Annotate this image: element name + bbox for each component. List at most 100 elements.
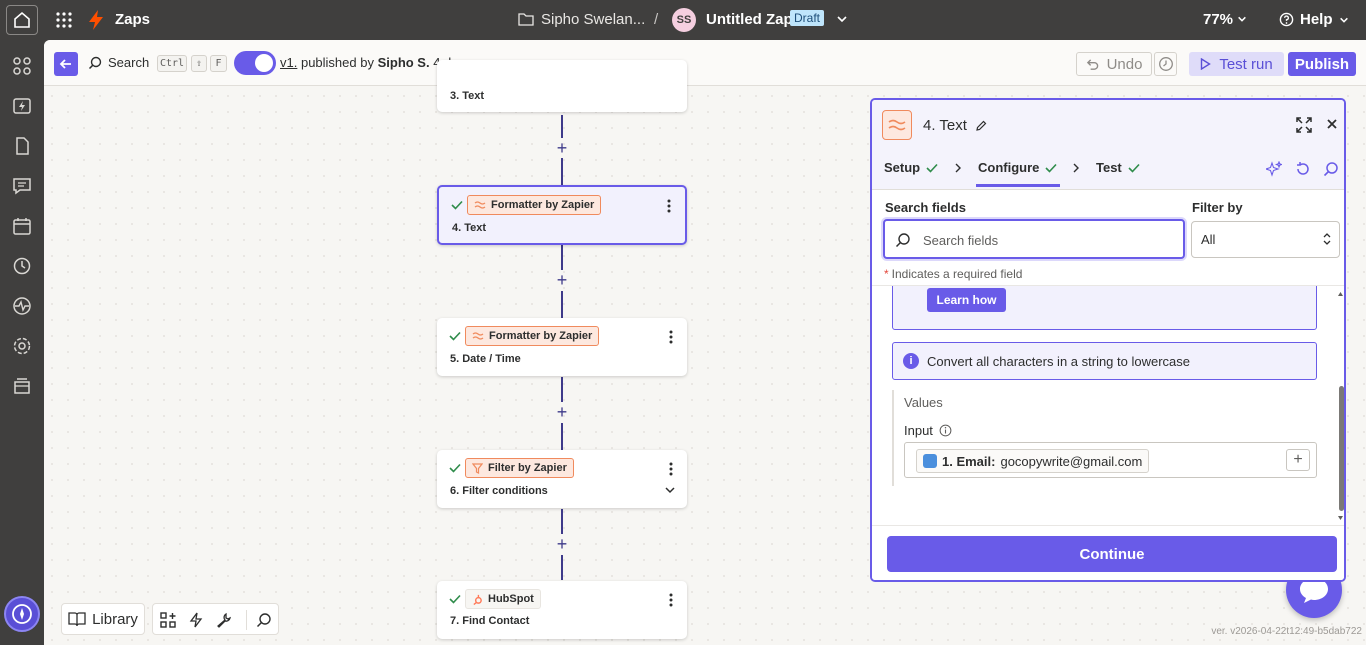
search-fields-input[interactable]	[923, 231, 1173, 249]
step-card-selected[interactable]: Formatter by Zapier 4. Text	[437, 185, 687, 245]
build-version: ver. v2026-04-22t12:49-b5dab722	[1211, 626, 1362, 637]
search-icon	[88, 56, 102, 69]
zap-name[interactable]: Untitled Zap	[706, 11, 793, 28]
step-card[interactable]: Filter by Zapier 6. Filter conditions	[437, 450, 687, 508]
active-tab-indicator	[976, 184, 1060, 187]
tab-setup[interactable]: Setup	[884, 160, 938, 175]
version-link[interactable]: v1.	[280, 55, 297, 70]
pill-value: gocopywrite@gmail.com	[1000, 453, 1143, 469]
wrench-icon[interactable]	[216, 612, 232, 628]
tab-label: Configure	[978, 160, 1040, 175]
add-step-button[interactable]: +	[555, 271, 569, 289]
shortcut-key-ctrl: Ctrl	[157, 55, 187, 72]
insert-data-button[interactable]: +	[1286, 449, 1310, 471]
bolt-icon[interactable]	[188, 612, 204, 628]
help-callout: Learn how	[892, 286, 1317, 330]
settings-icon[interactable]	[12, 336, 32, 356]
refresh-icon[interactable]	[1295, 161, 1311, 177]
more-options-icon[interactable]	[669, 462, 673, 476]
filter-by-select[interactable]: All	[1191, 221, 1340, 258]
top-bar: Zaps Sipho Swelan... / SS Untitled Zap D…	[0, 0, 1366, 40]
more-options-icon[interactable]	[667, 199, 671, 213]
ai-sparkle-icon[interactable]	[1266, 161, 1282, 177]
library-button[interactable]: Library	[61, 603, 145, 635]
panel-header: 4. Text Setup Configure Test	[872, 100, 1344, 190]
panel-scroll-body: Learn how i Convert all characters in a …	[872, 285, 1344, 525]
help-menu[interactable]: Help	[1279, 11, 1349, 28]
undo-label: Undo	[1106, 55, 1143, 73]
check-icon	[449, 331, 461, 341]
app-badge: Formatter by Zapier	[465, 326, 600, 346]
apps-icon[interactable]	[12, 56, 32, 76]
search-button[interactable]: Search	[88, 55, 149, 70]
mapped-field-pill[interactable]: 1. Email: gocopywrite@gmail.com	[916, 449, 1150, 473]
input-label: Input	[904, 423, 952, 438]
left-rail	[0, 40, 44, 645]
version-history-button[interactable]	[1154, 52, 1177, 76]
add-step-button[interactable]: +	[555, 403, 569, 421]
expand-icon[interactable]	[1296, 117, 1312, 133]
status-badge: Draft	[790, 10, 825, 26]
activity-icon[interactable]	[12, 296, 32, 316]
add-step-button[interactable]: +	[555, 535, 569, 553]
editor-toolbar: Search Ctrl ⇧ F v1. published by Sipho S…	[44, 40, 1366, 86]
zap-on-off-toggle[interactable]	[234, 51, 276, 75]
tables-icon[interactable]	[12, 136, 32, 156]
test-run-button[interactable]: Test run	[1189, 52, 1284, 76]
input-field[interactable]: 1. Email: gocopywrite@gmail.com +	[904, 442, 1317, 478]
chevron-down-icon	[1238, 16, 1247, 22]
folder-name[interactable]: Sipho Swelan...	[541, 11, 645, 28]
step-card[interactable]: Formatter by Zapier 5. Date / Time	[437, 318, 687, 376]
connector-line	[561, 509, 563, 534]
publish-button[interactable]: Publish	[1288, 52, 1356, 76]
calendar-icon[interactable]	[12, 216, 32, 236]
step-card[interactable]: HubSpot 7. Find Contact	[437, 581, 687, 639]
panel-footer: Continue	[872, 525, 1344, 580]
shortcut-key-f: F	[210, 55, 227, 72]
more-options-icon[interactable]	[669, 330, 673, 344]
add-widget-icon[interactable]	[160, 612, 176, 628]
app-name[interactable]: Zaps	[115, 11, 150, 28]
history-icon[interactable]	[12, 256, 32, 276]
filter-by-label: Filter by	[1192, 200, 1243, 215]
tab-test[interactable]: Test	[1096, 160, 1140, 175]
templates-icon[interactable]	[12, 376, 32, 396]
required-field-note: * Indicates a required field	[884, 267, 1023, 281]
search-icon[interactable]	[256, 612, 272, 628]
info-circle-icon[interactable]	[939, 424, 952, 437]
zaps-icon[interactable]	[12, 96, 32, 116]
ai-assistant-button[interactable]	[4, 596, 40, 632]
panel-title[interactable]: 4. Text	[923, 117, 987, 134]
apps-grid-icon[interactable]	[54, 10, 74, 30]
undo-icon	[1086, 58, 1098, 70]
avatar[interactable]: SS	[672, 8, 696, 32]
continue-button[interactable]: Continue	[887, 536, 1337, 572]
app-name: Formatter by Zapier	[491, 199, 595, 211]
edit-pencil-icon[interactable]	[975, 120, 987, 132]
filter-by-value: All	[1201, 232, 1216, 247]
chevron-down-icon[interactable]	[836, 13, 848, 25]
toggle-knob	[255, 54, 273, 72]
learn-how-button[interactable]: Learn how	[927, 288, 1006, 312]
step-card[interactable]: 3. Text	[437, 60, 687, 112]
undo-button[interactable]: Undo	[1076, 52, 1152, 76]
add-step-button[interactable]: +	[555, 139, 569, 157]
tab-configure[interactable]: Configure	[978, 160, 1057, 175]
back-button[interactable]	[54, 52, 78, 76]
close-icon[interactable]	[1326, 118, 1338, 130]
divider	[246, 610, 247, 630]
chevron-right-icon	[1073, 163, 1079, 173]
home-button[interactable]	[6, 5, 38, 35]
more-options-icon[interactable]	[669, 593, 673, 607]
zoom-level[interactable]: 77%	[1203, 11, 1247, 28]
search-icon[interactable]	[1323, 161, 1339, 177]
app-name: Filter by Zapier	[488, 462, 567, 474]
formatter-icon	[474, 201, 486, 209]
zap-bolt-icon	[89, 10, 103, 30]
connector-line	[561, 377, 563, 402]
interfaces-icon[interactable]	[12, 176, 32, 196]
scrollbar-thumb[interactable]	[1339, 386, 1344, 511]
chevron-down-icon[interactable]	[665, 486, 675, 494]
pill-label: 1. Email:	[942, 453, 996, 469]
select-arrows-icon	[1323, 233, 1331, 245]
